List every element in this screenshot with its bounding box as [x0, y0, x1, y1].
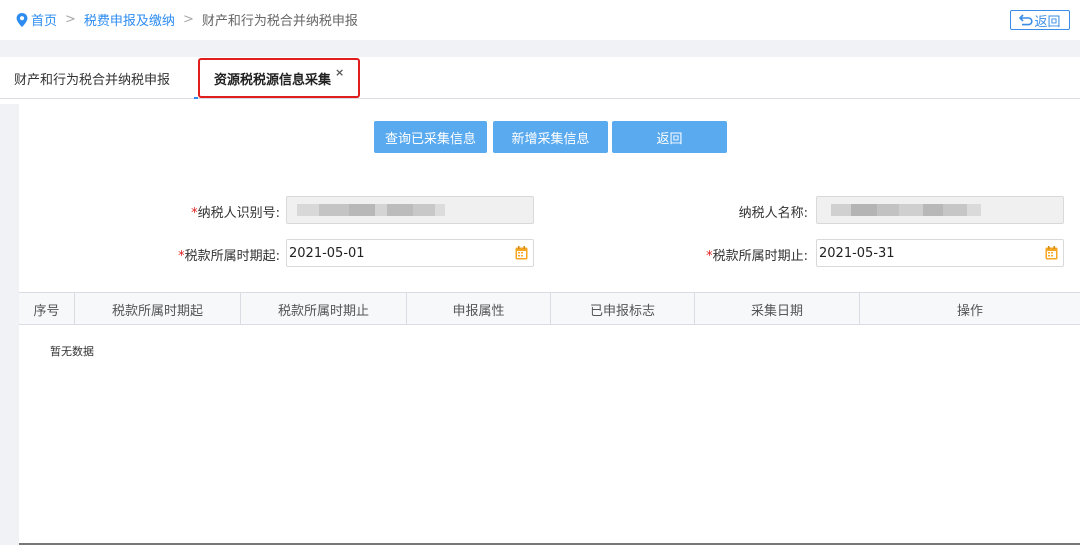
period-start-field[interactable]: 2021-05-01 — [286, 239, 534, 267]
column-header: 序号 — [33, 303, 60, 319]
header-back-button[interactable]: 返回 — [1010, 10, 1070, 30]
back-button[interactable]: 返回 — [612, 121, 727, 153]
return-arrow-icon — [1019, 14, 1034, 26]
column-header: 税款所属时期止 — [240, 293, 406, 325]
breadcrumb-section[interactable]: 税费申报及缴纳 — [84, 10, 175, 29]
column-header: 采集日期 — [694, 293, 859, 325]
tab-label: 资源税税源信息采集 — [214, 72, 332, 88]
calendar-icon[interactable] — [515, 246, 528, 260]
taxpayer-id-label: *纳税人识别号: — [150, 202, 280, 221]
divider-strip — [0, 40, 1080, 57]
label-text: 纳税人识别号: — [197, 206, 280, 221]
active-tab-indicator — [194, 97, 198, 99]
tab-bar: 财产和行为税合并纳税申报 资源税税源信息采集 × — [0, 57, 1080, 99]
label-text: 税款所属时期起: — [184, 249, 280, 264]
top-bar: 首页 > 税费申报及缴纳 > 财产和行为税合并纳税申报 返回 — [0, 0, 1080, 40]
empty-table-message: 暂无数据 — [50, 345, 94, 358]
column-header: 已申报标志 — [550, 293, 694, 325]
period-end-field[interactable]: 2021-05-31 — [816, 239, 1064, 267]
column-header: 税款所属时期起 — [74, 293, 240, 325]
breadcrumb-separator: > — [182, 12, 194, 27]
calendar-icon[interactable] — [1045, 246, 1058, 260]
tab-resource-tax-collection[interactable]: 资源税税源信息采集 × — [198, 58, 361, 98]
taxpayer-name-label: 纳税人名称: — [676, 202, 808, 221]
close-icon[interactable]: × — [335, 66, 344, 79]
tab-combined-declaration[interactable]: 财产和行为税合并纳税申报 — [14, 57, 170, 99]
period-end-label: *税款所属时期止: — [668, 245, 808, 264]
column-header: 申报属性 — [406, 293, 550, 325]
header-back-label: 返回 — [1034, 14, 1061, 30]
collection-table-header: 序号 税款所属时期起 税款所属时期止 申报属性 已申报标志 采集日期 操作 — [19, 292, 1080, 325]
column-header: 操作 — [859, 293, 1080, 325]
taxpayer-name-field — [816, 196, 1064, 224]
taxpayer-id-field — [286, 196, 534, 224]
add-collection-button[interactable]: 新增采集信息 — [493, 121, 608, 153]
breadcrumb: 首页 > 税费申报及缴纳 > 财产和行为税合并纳税申报 — [16, 10, 358, 29]
location-pin-icon — [16, 12, 28, 27]
tab-label: 财产和行为税合并纳税申报 — [14, 72, 171, 88]
period-start-value: 2021-05-01 — [289, 245, 365, 261]
breadcrumb-current: 财产和行为税合并纳税申报 — [201, 14, 358, 29]
redacted-value — [297, 204, 445, 216]
breadcrumb-home[interactable]: 首页 — [31, 10, 57, 29]
left-gutter — [0, 104, 19, 545]
query-collected-button[interactable]: 查询已采集信息 — [374, 121, 487, 153]
period-start-label: *税款所属时期起: — [140, 245, 280, 264]
label-text: 税款所属时期止: — [712, 249, 808, 264]
redacted-value — [831, 204, 981, 216]
breadcrumb-separator: > — [65, 12, 76, 27]
period-end-value: 2021-05-31 — [819, 245, 895, 261]
label-text: 纳税人名称: — [738, 206, 808, 221]
